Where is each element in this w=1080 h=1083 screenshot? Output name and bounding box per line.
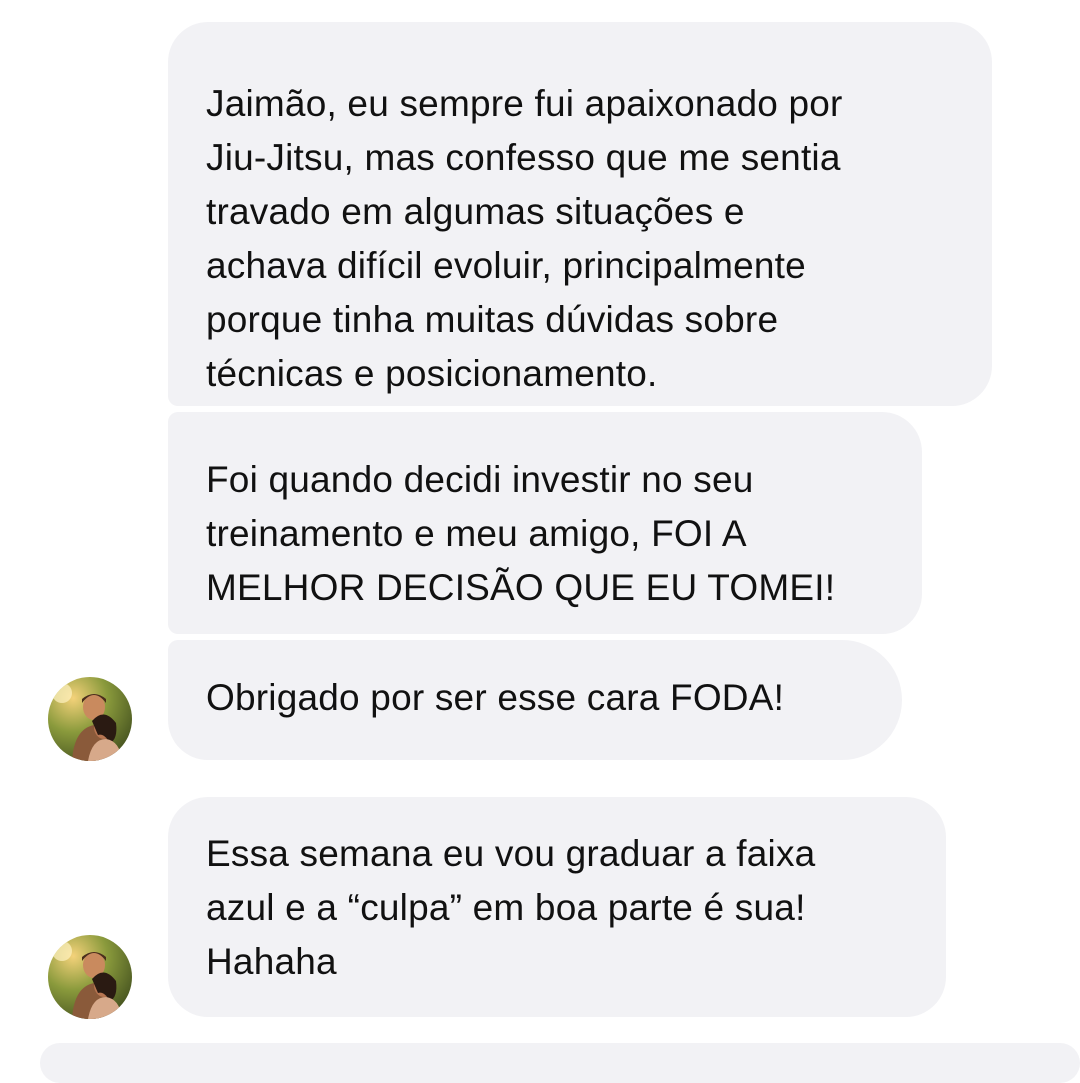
sender-avatar[interactable] bbox=[48, 677, 132, 761]
user-photo-avatar-icon bbox=[48, 677, 132, 761]
message-text: Obrigado por ser esse cara FODA! bbox=[206, 677, 785, 718]
message-text: Foi quando decidi investir no seu treina… bbox=[206, 459, 836, 608]
next-message-bubble[interactable] bbox=[40, 1043, 1080, 1083]
message-bubble[interactable]: Essa semana eu vou graduar a faixa azul … bbox=[168, 797, 946, 1017]
message-bubble[interactable]: Obrigado por ser esse cara FODA! bbox=[168, 640, 902, 760]
sender-avatar[interactable] bbox=[48, 935, 132, 1019]
message-bubble[interactable]: Foi quando decidi investir no seu treina… bbox=[168, 412, 922, 634]
message-bubble[interactable]: Jaimão, eu sempre fui apaixonado por Jiu… bbox=[168, 22, 992, 406]
message-text: Jaimão, eu sempre fui apaixonado por Jiu… bbox=[206, 83, 843, 394]
message-text: Essa semana eu vou graduar a faixa azul … bbox=[206, 833, 816, 982]
user-photo-avatar-icon bbox=[48, 935, 132, 1019]
